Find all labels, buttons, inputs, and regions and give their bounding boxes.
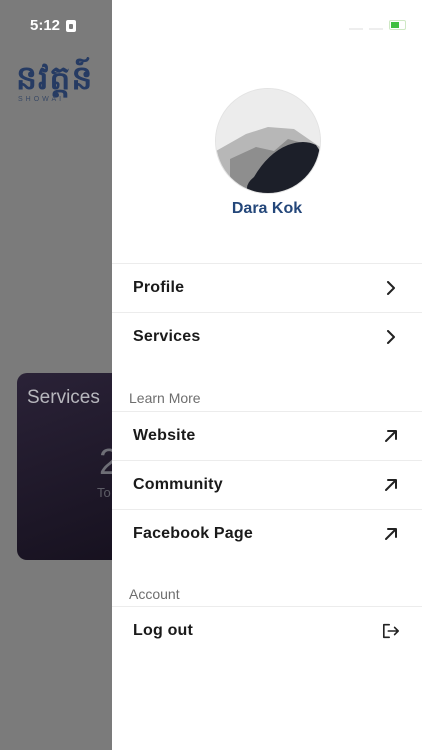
external-link-icon — [382, 476, 400, 494]
wifi-icon — [369, 19, 383, 30]
avatar-placeholder-icon — [216, 89, 320, 193]
avatar[interactable] — [215, 88, 321, 194]
menu-item-services[interactable]: Services — [112, 312, 422, 361]
logout-icon — [382, 622, 400, 640]
services-card-subtitle: To — [97, 485, 111, 500]
logout-label: Log out — [133, 622, 194, 639]
side-drawer: Dara Kok Profile Services Learn More Web… — [112, 0, 422, 750]
chevron-right-icon — [382, 279, 400, 297]
menu-item-label: Services — [133, 328, 201, 345]
status-time-text: 5:12 — [30, 17, 61, 34]
section-label-learn-more: Learn More — [129, 390, 201, 406]
status-indicators — [349, 19, 406, 30]
status-time: 5:12 — [30, 17, 77, 34]
lock-icon — [66, 19, 77, 32]
chevron-right-icon — [382, 328, 400, 346]
menu-item-label: Community — [133, 476, 223, 493]
menu-item-profile[interactable]: Profile — [112, 263, 422, 312]
section-label-account: Account — [129, 586, 180, 602]
logout-button[interactable]: Log out — [112, 606, 422, 655]
signal-icon — [349, 19, 363, 30]
menu-item-label: Facebook Page — [133, 525, 253, 542]
menu-item-label: Website — [133, 427, 196, 444]
external-link-icon — [382, 427, 400, 445]
menu-item-label: Profile — [133, 279, 185, 296]
app-logo-subtitle: SHOWAI — [18, 96, 65, 103]
menu-item-community[interactable]: Community — [112, 460, 422, 509]
battery-icon — [389, 19, 406, 30]
menu-item-facebook-page[interactable]: Facebook Page — [112, 509, 422, 558]
menu-item-website[interactable]: Website — [112, 411, 422, 460]
services-card-title: Services — [27, 387, 100, 408]
user-name: Dara Kok — [231, 200, 303, 217]
external-link-icon — [382, 525, 400, 543]
